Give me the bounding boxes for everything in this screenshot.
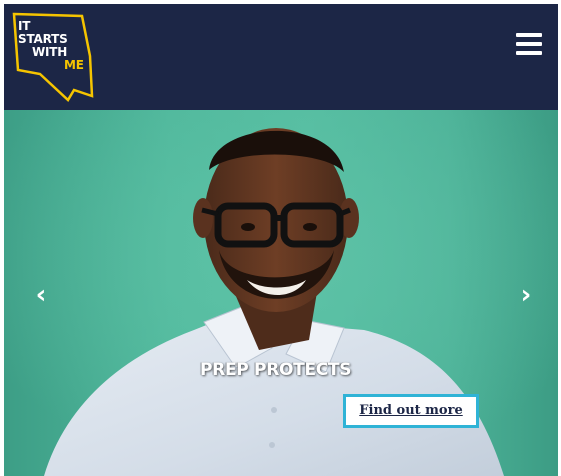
menu-bar-bottom — [516, 51, 542, 55]
site-header: IT STARTS WITH ME — [4, 4, 558, 110]
chevron-left-icon: ‹ — [35, 280, 47, 310]
page: IT STARTS WITH ME ‹ › PREP PROTECTS Find… — [0, 0, 561, 476]
logo-line-3: WITH — [32, 45, 68, 59]
carousel-next-button[interactable]: › — [511, 280, 541, 310]
carousel-prev-button[interactable]: ‹ — [26, 280, 56, 310]
menu-bar-middle — [516, 42, 542, 46]
chevron-right-icon: › — [520, 280, 532, 310]
menu-bar-top — [516, 33, 542, 37]
find-out-more-button[interactable]: Find out more — [343, 394, 479, 428]
logo-line-4: ME — [64, 58, 84, 72]
hero-carousel: ‹ › PREP PROTECTS Find out more — [4, 110, 558, 476]
slide-title: PREP PROTECTS — [200, 360, 352, 380]
site-logo[interactable]: IT STARTS WITH ME — [12, 12, 102, 104]
hamburger-menu-icon[interactable] — [516, 33, 542, 55]
